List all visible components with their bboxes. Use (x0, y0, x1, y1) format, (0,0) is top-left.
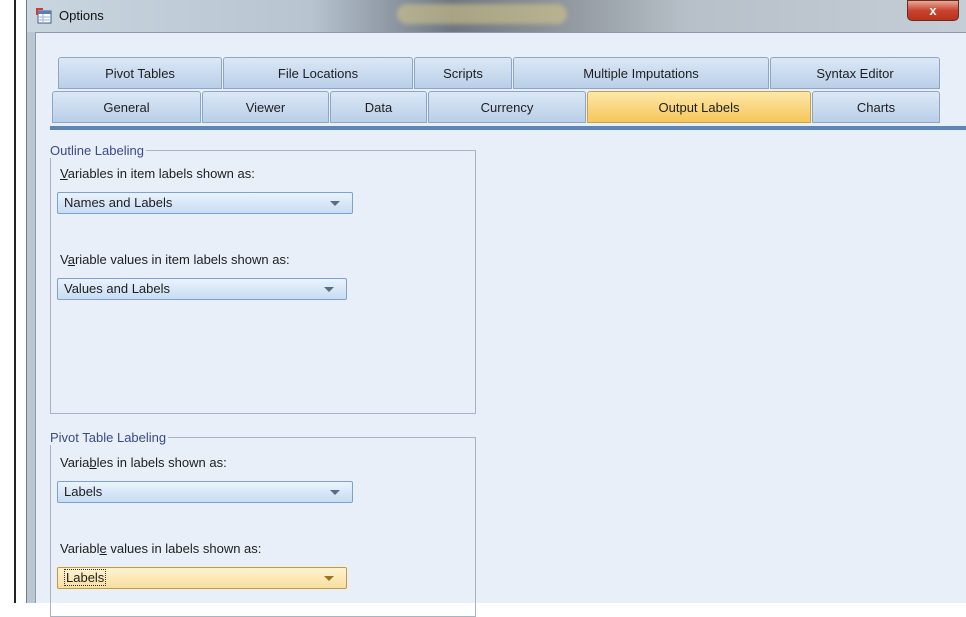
tab-pivot-tables[interactable]: Pivot Tables (58, 57, 222, 89)
title-bar-glow (397, 4, 567, 24)
background-document (0, 0, 26, 603)
label-text: les in labels shown as: (96, 455, 227, 470)
app-icon (35, 7, 53, 25)
tab-label: Viewer (245, 100, 286, 115)
tab-label: Currency (480, 100, 534, 115)
label-text: values in labels shown as: (106, 541, 262, 556)
tab-viewer[interactable]: Viewer (202, 91, 329, 123)
chevron-down-icon (330, 490, 340, 495)
tab-panel-border (50, 126, 966, 130)
tab-syntax-editor[interactable]: Syntax Editor (770, 57, 940, 89)
variable-values-labels-select[interactable]: Labels (57, 567, 347, 589)
chevron-down-icon (330, 201, 340, 206)
select-value: Names and Labels (64, 195, 173, 210)
tab-label: Charts (856, 100, 896, 115)
close-icon: x (929, 3, 937, 18)
tab-label: Output Labels (658, 100, 740, 115)
tab-output-labels[interactable]: Output Labels (587, 91, 811, 123)
label-text: Varia (60, 455, 90, 470)
label-mnemonic: b (89, 455, 97, 470)
tab-label: Scripts (443, 66, 483, 81)
outline-labeling-title: Outline Labeling (48, 143, 146, 158)
variable-values-item-labels-select[interactable]: Values and Labels (57, 278, 347, 300)
label-text: Variabl (60, 541, 100, 556)
dialog-body: Pivot Tables File Locations Scripts Mult… (35, 32, 966, 617)
variables-item-labels-label: Variables in item labels shown as: (60, 166, 255, 181)
title-bar[interactable]: Options x (27, 0, 966, 32)
label-text: ariables in item labels shown as: (67, 166, 255, 181)
tab-charts[interactable]: Charts (812, 91, 940, 123)
tab-currency[interactable]: Currency (428, 91, 586, 123)
tab-scripts[interactable]: Scripts (414, 57, 512, 89)
tab-label: Pivot Tables (105, 66, 175, 81)
close-button[interactable]: x (907, 0, 959, 21)
tab-label: General (103, 100, 150, 115)
variables-labels-select[interactable]: Labels (57, 481, 353, 503)
label-mnemonic: a (67, 252, 75, 267)
tab-label: Syntax Editor (816, 66, 894, 81)
label-mnemonic: e (99, 541, 107, 556)
label-text: riable values in item labels shown as: (74, 252, 290, 267)
chevron-down-icon (324, 576, 334, 581)
select-value: Values and Labels (64, 281, 171, 296)
chevron-down-icon (324, 287, 334, 292)
variables-item-labels-select[interactable]: Names and Labels (57, 192, 353, 214)
variables-labels-label: Variables in labels shown as: (60, 455, 227, 470)
window-title: Options (59, 8, 104, 23)
tab-multiple-imputations[interactable]: Multiple Imputations (513, 57, 769, 89)
variable-values-item-labels-label: Variable values in item labels shown as: (60, 252, 290, 267)
label-mnemonic: V (60, 166, 68, 181)
label-text: V (60, 252, 68, 267)
document-margin-line (14, 0, 16, 603)
pivot-table-labeling-title: Pivot Table Labeling (48, 430, 169, 445)
tab-label: Data (364, 100, 393, 115)
select-value: Labels (64, 484, 103, 499)
options-dialog: Options x Pivot Tables File Locations Sc… (26, 0, 966, 617)
tab-file-locations[interactable]: File Locations (223, 57, 413, 89)
select-value: Labels (64, 569, 107, 586)
tab-data[interactable]: Data (330, 91, 427, 123)
variable-values-labels-label: Variable values in labels shown as: (60, 541, 261, 556)
tab-label: File Locations (277, 66, 359, 81)
tab-label: Multiple Imputations (583, 66, 699, 81)
tab-general[interactable]: General (52, 91, 201, 123)
